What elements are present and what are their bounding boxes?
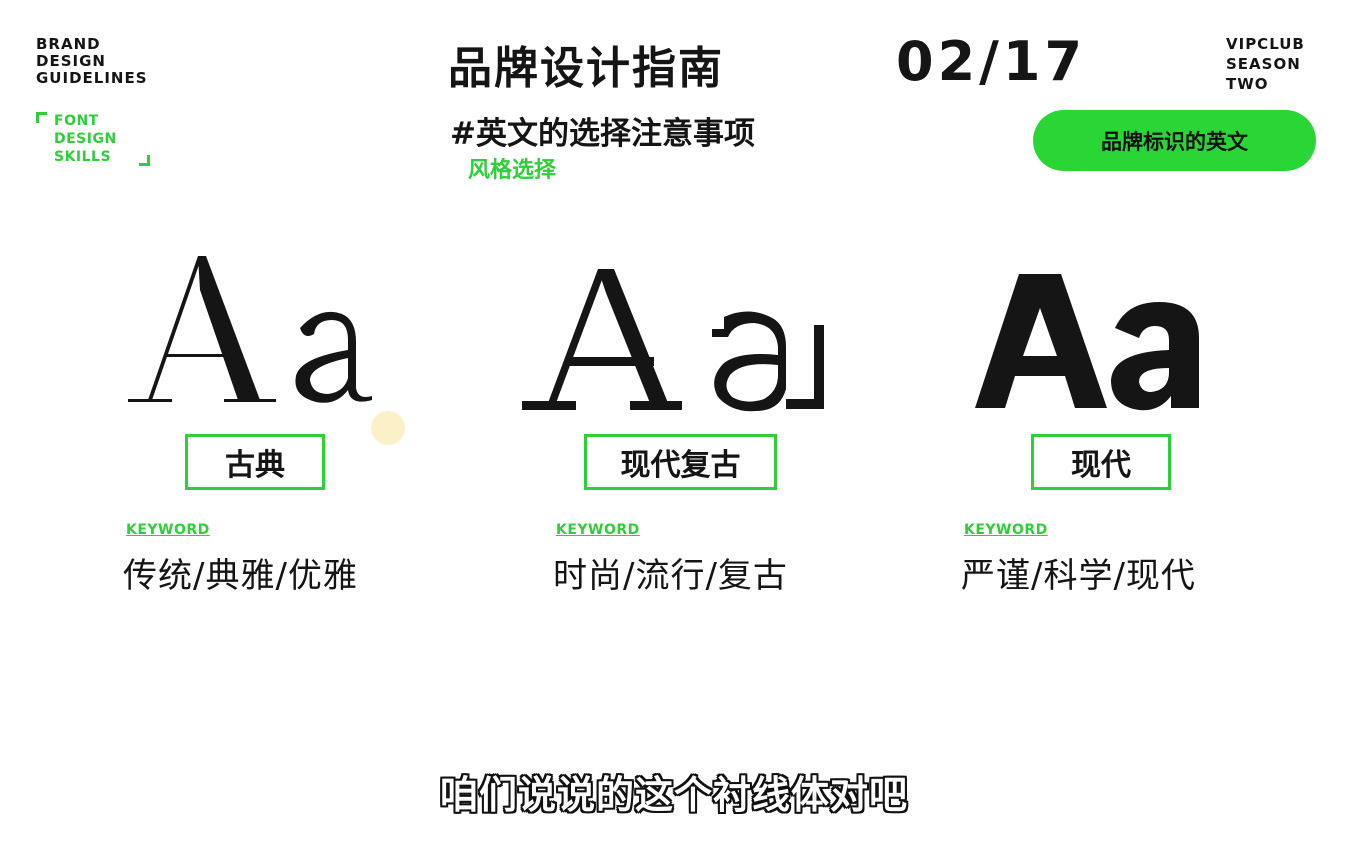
- letter-a-serif: [522, 401, 576, 410]
- letter-a-lower: [712, 311, 786, 412]
- vip-line: SEASON: [1226, 55, 1301, 73]
- keywords-modern: 严谨/科学/现代: [961, 556, 1196, 596]
- style-label-modern-retro: 现代复古: [584, 434, 777, 490]
- video-subtitle-caption: 咱们说说的这个衬线体对吧: [439, 773, 908, 817]
- cursor-highlight-dot: [371, 411, 405, 445]
- letter-a-stroke: [198, 256, 260, 400]
- keyword-tag: KEYWORD: [126, 522, 210, 538]
- section-subtitle: #英文的选择注意事项: [450, 116, 755, 152]
- brand-english-pill: 品牌标识的英文: [1033, 110, 1316, 171]
- bracket-corner-icon: [36, 112, 47, 123]
- page-number: 02/17: [896, 30, 1087, 93]
- style-label-modern: 现代: [1031, 434, 1171, 490]
- keywords-classic: 传统/典雅/优雅: [123, 556, 358, 596]
- brand-line: DESIGN: [36, 52, 106, 70]
- section-subtitle-green: 风格选择: [468, 158, 557, 183]
- brand-line: GUIDELINES: [36, 69, 148, 87]
- letter-a-stem: [814, 325, 824, 409]
- letter-a-serif: [630, 401, 682, 410]
- letter-a-stroke: [148, 256, 202, 400]
- letter-a-bar: [570, 357, 654, 366]
- vipclub-mark: VIPCLUB SEASON TWO: [1226, 34, 1305, 94]
- specimen-classic: [128, 256, 372, 403]
- keywords-modern-retro: 时尚/流行/复古: [553, 556, 788, 596]
- letter-a-stroke: [598, 269, 668, 403]
- letter-a-serif: [224, 399, 276, 402]
- font-skills-line: FONT: [54, 113, 99, 129]
- specimen-modern-retro: [522, 269, 824, 412]
- letter-a-stroke: [548, 269, 606, 403]
- page-title: 品牌设计指南: [448, 43, 724, 94]
- bracket-corner-icon: [139, 155, 150, 166]
- letter-a-bar: [164, 354, 236, 357]
- vip-line: VIPCLUB: [1226, 35, 1305, 53]
- font-design-skills-tag: FONT DESIGN SKILLS: [36, 112, 152, 168]
- letter-a-lower: [1111, 302, 1199, 411]
- brand-guidelines-mark: BRAND DESIGN GUIDELINES: [36, 36, 148, 87]
- keyword-tag: KEYWORD: [964, 522, 1048, 538]
- brand-line: BRAND: [36, 35, 101, 53]
- letter-a-tail: [786, 399, 824, 409]
- style-label-classic: 古典: [185, 434, 325, 490]
- specimen-modern: [975, 274, 1199, 411]
- keyword-tag: KEYWORD: [556, 522, 640, 538]
- vip-line: TWO: [1226, 75, 1269, 93]
- font-skills-line: DESIGN: [54, 131, 117, 147]
- font-skills-line: SKILLS: [54, 149, 112, 165]
- letter-a-lower: [295, 311, 372, 403]
- letter-a-serif: [128, 399, 172, 402]
